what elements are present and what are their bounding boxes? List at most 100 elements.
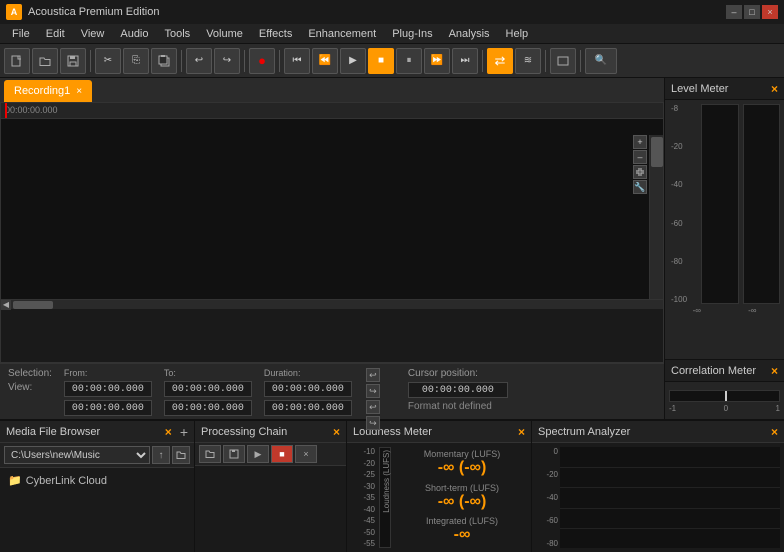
menu-analysis[interactable]: Analysis: [441, 24, 498, 44]
menu-plugins[interactable]: Plug-Ins: [384, 24, 440, 44]
recording-tab[interactable]: Recording1 ×: [4, 80, 92, 102]
proc-stop-button[interactable]: ■: [271, 445, 293, 463]
file-list: 📁 CyberLink Cloud: [0, 468, 194, 493]
tab-row: Recording1 ×: [0, 78, 664, 102]
spectrum-analyzer-close[interactable]: ×: [771, 425, 778, 439]
new-button[interactable]: [4, 48, 30, 74]
undo-btn-4[interactable]: ↪: [366, 416, 380, 430]
open-button[interactable]: [32, 48, 58, 74]
view-to-input[interactable]: [164, 400, 252, 416]
tab-close-button[interactable]: ×: [76, 86, 82, 97]
undo-btn-3[interactable]: ↩: [366, 400, 380, 414]
menu-volume[interactable]: Volume: [198, 24, 251, 44]
maximize-button[interactable]: □: [744, 5, 760, 19]
zoom-in-button[interactable]: +: [633, 135, 647, 149]
zoom-fit-button[interactable]: [633, 165, 647, 179]
drive-up-button[interactable]: ↑: [152, 446, 170, 464]
proc-save-button[interactable]: [223, 445, 245, 463]
menu-audio[interactable]: Audio: [112, 24, 156, 44]
misc-button[interactable]: [550, 48, 576, 74]
search-button[interactable]: 🔍: [585, 48, 617, 74]
scroll-left-button[interactable]: ◀: [1, 300, 11, 310]
undo-button[interactable]: ↩: [186, 48, 212, 74]
loop-button[interactable]: ⇄: [487, 48, 513, 74]
time-display: 00:00:00.000: [5, 105, 58, 115]
record-button[interactable]: ●: [249, 48, 275, 74]
save-button[interactable]: [60, 48, 86, 74]
zoom-controls: + – 🔧: [633, 135, 647, 194]
undo-btn-1[interactable]: ↩: [366, 368, 380, 382]
menu-tools[interactable]: Tools: [157, 24, 199, 44]
menu-help[interactable]: Help: [498, 24, 537, 44]
view-from-input[interactable]: [64, 400, 152, 416]
loudness-info: Momentary (LUFS) -∞ (-∞) Short-term (LUF…: [393, 443, 531, 552]
meter-channel-right: [743, 104, 781, 304]
menu-edit[interactable]: Edit: [38, 24, 73, 44]
pause-button[interactable]: ⏸: [396, 48, 422, 74]
cut-button[interactable]: ✂: [95, 48, 121, 74]
correlation-content: -1 0 1: [665, 382, 784, 417]
menu-file[interactable]: File: [4, 24, 38, 44]
rewind-button[interactable]: ⏪: [312, 48, 338, 74]
loudness-meter: Loudness Meter × -10 -20 -25 -30 -35 -40…: [347, 421, 532, 552]
level-meter-close[interactable]: ×: [771, 82, 778, 96]
zoom-tool-button[interactable]: 🔧: [633, 180, 647, 194]
processing-chain-title: Processing Chain: [201, 426, 287, 438]
cursor-position-input[interactable]: [408, 382, 508, 398]
selection-from-input[interactable]: [64, 381, 152, 397]
grid-line-1: [560, 467, 780, 468]
copy-button[interactable]: ⎘: [123, 48, 149, 74]
spectrum-scale: 0 -20 -40 -60 -80: [532, 443, 560, 552]
stop-button[interactable]: ■: [368, 48, 394, 74]
processing-chain-close[interactable]: ×: [333, 425, 340, 439]
view-duration-input[interactable]: [264, 400, 352, 416]
window-controls: – □ ×: [726, 5, 778, 19]
media-browser-close[interactable]: ×: [165, 425, 172, 439]
toolbar: ✂ ⎘ ↩ ↪ ● ⏮ ⏪ ▶ ■ ⏸ ⏩ ⏭ ⇄ ≋ 🔍: [0, 44, 784, 78]
correlation-meter-close[interactable]: ×: [771, 364, 778, 378]
drive-folder-button[interactable]: [172, 446, 190, 464]
shortterm-value: -∞ (-∞): [397, 493, 527, 511]
fast-forward-button[interactable]: ⏩: [424, 48, 450, 74]
close-button[interactable]: ×: [762, 5, 778, 19]
shortterm-group: Short-term (LUFS) -∞ (-∞): [397, 483, 527, 511]
from-label: From:: [64, 368, 152, 378]
menu-enhancement[interactable]: Enhancement: [300, 24, 384, 44]
corr-center-label: 0: [724, 404, 728, 413]
to-end-button[interactable]: ⏭: [452, 48, 478, 74]
loudness-meter-title: Loudness Meter: [353, 426, 432, 438]
proc-play-button[interactable]: ▶: [247, 445, 269, 463]
stream-button[interactable]: ≋: [515, 48, 541, 74]
file-item-cyberlink[interactable]: 📁 CyberLink Cloud: [4, 472, 190, 489]
loudness-meter-close[interactable]: ×: [518, 425, 525, 439]
waveform-area[interactable]: + – 🔧: [1, 119, 663, 299]
play-button[interactable]: ▶: [340, 48, 366, 74]
processing-chain-header: Processing Chain ×: [195, 421, 346, 443]
selection-label: Selection:: [8, 368, 52, 379]
vertical-scrollbar[interactable]: [649, 135, 663, 299]
paste-button[interactable]: [151, 48, 177, 74]
minimize-button[interactable]: –: [726, 5, 742, 19]
proc-folder-button[interactable]: [199, 445, 221, 463]
folder-icon: 📁: [8, 474, 22, 487]
selection-duration-input[interactable]: [264, 381, 352, 397]
time-ruler: 00:00:00.000: [1, 103, 663, 119]
undo-btn-2[interactable]: ↪: [366, 384, 380, 398]
menu-effects[interactable]: Effects: [251, 24, 300, 44]
time-cursor: [5, 103, 7, 118]
zoom-out-button[interactable]: –: [633, 150, 647, 164]
format-text: Format not defined: [408, 401, 508, 412]
to-start-button[interactable]: ⏮: [284, 48, 310, 74]
menu-view[interactable]: View: [73, 24, 113, 44]
proc-close-button[interactable]: ×: [295, 445, 317, 463]
integrated-value: -∞: [397, 526, 527, 544]
selection-to-input[interactable]: [164, 381, 252, 397]
add-panel-button[interactable]: +: [180, 424, 188, 440]
drive-dropdown[interactable]: C:\Users\new\Music: [4, 446, 150, 464]
integrated-group: Integrated (LUFS) -∞: [397, 516, 527, 544]
horizontal-scrollbar[interactable]: ◀: [1, 299, 663, 309]
loudness-bar-label: Loudness (LUFS): [380, 448, 393, 515]
redo-button[interactable]: ↪: [214, 48, 240, 74]
spectrum-content: 0 -20 -40 -60 -80: [532, 443, 784, 552]
grid-line-2: [560, 487, 780, 488]
